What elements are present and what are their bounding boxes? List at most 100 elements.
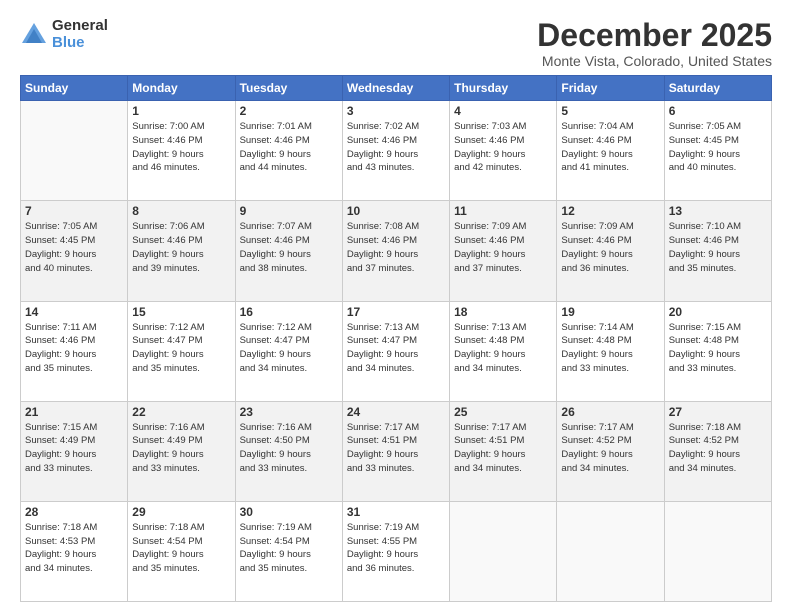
cell-info: Sunrise: 7:18 AM Sunset: 4:53 PM Dayligh… <box>25 521 123 576</box>
table-row: 11 Sunrise: 7:09 AM Sunset: 4:46 PM Dayli… <box>450 201 557 301</box>
table-row: 7Sunrise: 7:05 AM Sunset: 4:45 PM Daylig… <box>21 201 128 301</box>
day-number: 22 <box>132 405 230 419</box>
table-row: 28 Sunrise: 7:18 AM Sunset: 4:53 PM Dayli… <box>21 501 128 601</box>
table-row <box>21 101 128 201</box>
table-row: 14 Sunrise: 7:11 AM Sunset: 4:46 PM Dayli… <box>21 301 128 401</box>
table-row: 8 Sunrise: 7:06 AM Sunset: 4:46 PM Daylig… <box>128 201 235 301</box>
day-number: 26 <box>561 405 659 419</box>
day-number: 29 <box>132 505 230 519</box>
title-block: December 2025 Monte Vista, Colorado, Uni… <box>537 18 772 69</box>
cell-info: Sunrise: 7:12 AM Sunset: 4:47 PM Dayligh… <box>132 321 230 376</box>
day-number: 23 <box>240 405 338 419</box>
cell-info: Sunrise: 7:17 AM Sunset: 4:52 PM Dayligh… <box>561 421 659 476</box>
col-friday: Friday <box>557 76 664 101</box>
table-row: 25 Sunrise: 7:17 AM Sunset: 4:51 PM Dayli… <box>450 401 557 501</box>
day-number: 20 <box>669 305 767 319</box>
day-number: 16 <box>240 305 338 319</box>
cell-info: Sunrise: 7:09 AM Sunset: 4:46 PM Dayligh… <box>454 220 552 275</box>
day-number: 1 <box>132 104 230 118</box>
cell-info: Sunrise: 7:11 AM Sunset: 4:46 PM Dayligh… <box>25 321 123 376</box>
cell-info: Sunrise: 7:01 AM Sunset: 4:46 PM Dayligh… <box>240 120 338 175</box>
page: General Blue December 2025 Monte Vista, … <box>0 0 792 612</box>
day-number: 11 <box>454 204 552 218</box>
day-number: 7 <box>25 204 123 218</box>
table-row <box>557 501 664 601</box>
table-row: 17 Sunrise: 7:13 AM Sunset: 4:47 PM Dayli… <box>342 301 449 401</box>
location: Monte Vista, Colorado, United States <box>537 53 772 69</box>
day-number: 15 <box>132 305 230 319</box>
table-row: 23 Sunrise: 7:16 AM Sunset: 4:50 PM Dayli… <box>235 401 342 501</box>
day-number: 6 <box>669 104 767 118</box>
day-number: 24 <box>347 405 445 419</box>
table-row: 27Sunrise: 7:18 AM Sunset: 4:52 PM Dayli… <box>664 401 771 501</box>
table-row: 9Sunrise: 7:07 AM Sunset: 4:46 PM Daylig… <box>235 201 342 301</box>
cell-info: Sunrise: 7:14 AM Sunset: 4:48 PM Dayligh… <box>561 321 659 376</box>
day-number: 10 <box>347 204 445 218</box>
logo-general: General <box>52 18 108 35</box>
col-tuesday: Tuesday <box>235 76 342 101</box>
cell-info: Sunrise: 7:12 AM Sunset: 4:47 PM Dayligh… <box>240 321 338 376</box>
table-row: 19 Sunrise: 7:14 AM Sunset: 4:48 PM Dayli… <box>557 301 664 401</box>
col-saturday: Saturday <box>664 76 771 101</box>
day-number: 19 <box>561 305 659 319</box>
header: General Blue December 2025 Monte Vista, … <box>20 18 772 69</box>
day-number: 30 <box>240 505 338 519</box>
day-number: 2 <box>240 104 338 118</box>
cell-info: Sunrise: 7:17 AM Sunset: 4:51 PM Dayligh… <box>347 421 445 476</box>
day-number: 12 <box>561 204 659 218</box>
table-row: 15 Sunrise: 7:12 AM Sunset: 4:47 PM Dayli… <box>128 301 235 401</box>
col-monday: Monday <box>128 76 235 101</box>
cell-info: Sunrise: 7:07 AM Sunset: 4:46 PM Dayligh… <box>240 220 338 275</box>
cell-info: Sunrise: 7:00 AM Sunset: 4:46 PM Dayligh… <box>132 120 230 175</box>
table-row: 6 Sunrise: 7:05 AM Sunset: 4:45 PM Daylig… <box>664 101 771 201</box>
cell-info: Sunrise: 7:06 AM Sunset: 4:46 PM Dayligh… <box>132 220 230 275</box>
logo-icon <box>20 21 48 49</box>
table-row: 13 Sunrise: 7:10 AM Sunset: 4:46 PM Dayli… <box>664 201 771 301</box>
cell-info: Sunrise: 7:08 AM Sunset: 4:46 PM Dayligh… <box>347 220 445 275</box>
table-row: 29 Sunrise: 7:18 AM Sunset: 4:54 PM Dayli… <box>128 501 235 601</box>
cell-info: Sunrise: 7:15 AM Sunset: 4:48 PM Dayligh… <box>669 321 767 376</box>
cell-info: Sunrise: 7:10 AM Sunset: 4:46 PM Dayligh… <box>669 220 767 275</box>
col-thursday: Thursday <box>450 76 557 101</box>
logo: General Blue <box>20 18 108 51</box>
table-row: 22 Sunrise: 7:16 AM Sunset: 4:49 PM Dayli… <box>128 401 235 501</box>
table-row <box>450 501 557 601</box>
cell-info: Sunrise: 7:02 AM Sunset: 4:46 PM Dayligh… <box>347 120 445 175</box>
logo-text: General Blue <box>52 18 108 51</box>
cell-info: Sunrise: 7:15 AM Sunset: 4:49 PM Dayligh… <box>25 421 123 476</box>
cell-info: Sunrise: 7:19 AM Sunset: 4:55 PM Dayligh… <box>347 521 445 576</box>
table-row: 10 Sunrise: 7:08 AM Sunset: 4:46 PM Dayli… <box>342 201 449 301</box>
cell-info: Sunrise: 7:16 AM Sunset: 4:49 PM Dayligh… <box>132 421 230 476</box>
table-row: 20 Sunrise: 7:15 AM Sunset: 4:48 PM Dayli… <box>664 301 771 401</box>
table-row: 4Sunrise: 7:03 AM Sunset: 4:46 PM Daylig… <box>450 101 557 201</box>
table-row: 3Sunrise: 7:02 AM Sunset: 4:46 PM Daylig… <box>342 101 449 201</box>
month-title: December 2025 <box>537 18 772 53</box>
calendar-week-row: 28 Sunrise: 7:18 AM Sunset: 4:53 PM Dayli… <box>21 501 772 601</box>
day-number: 13 <box>669 204 767 218</box>
col-sunday: Sunday <box>21 76 128 101</box>
cell-info: Sunrise: 7:13 AM Sunset: 4:47 PM Dayligh… <box>347 321 445 376</box>
table-row: 12 Sunrise: 7:09 AM Sunset: 4:46 PM Dayli… <box>557 201 664 301</box>
day-number: 28 <box>25 505 123 519</box>
cell-info: Sunrise: 7:19 AM Sunset: 4:54 PM Dayligh… <box>240 521 338 576</box>
calendar-table: Sunday Monday Tuesday Wednesday Thursday… <box>20 75 772 602</box>
day-number: 14 <box>25 305 123 319</box>
day-number: 21 <box>25 405 123 419</box>
day-number: 27 <box>669 405 767 419</box>
cell-info: Sunrise: 7:17 AM Sunset: 4:51 PM Dayligh… <box>454 421 552 476</box>
cell-info: Sunrise: 7:13 AM Sunset: 4:48 PM Dayligh… <box>454 321 552 376</box>
day-number: 8 <box>132 204 230 218</box>
day-number: 18 <box>454 305 552 319</box>
cell-info: Sunrise: 7:09 AM Sunset: 4:46 PM Dayligh… <box>561 220 659 275</box>
table-row: 30 Sunrise: 7:19 AM Sunset: 4:54 PM Dayli… <box>235 501 342 601</box>
cell-info: Sunrise: 7:16 AM Sunset: 4:50 PM Dayligh… <box>240 421 338 476</box>
table-row <box>664 501 771 601</box>
logo-blue: Blue <box>52 35 108 52</box>
day-number: 17 <box>347 305 445 319</box>
cell-info: Sunrise: 7:18 AM Sunset: 4:54 PM Dayligh… <box>132 521 230 576</box>
cell-info: Sunrise: 7:05 AM Sunset: 4:45 PM Dayligh… <box>669 120 767 175</box>
table-row: 5Sunrise: 7:04 AM Sunset: 4:46 PM Daylig… <box>557 101 664 201</box>
col-wednesday: Wednesday <box>342 76 449 101</box>
day-number: 25 <box>454 405 552 419</box>
table-row: 26 Sunrise: 7:17 AM Sunset: 4:52 PM Dayli… <box>557 401 664 501</box>
